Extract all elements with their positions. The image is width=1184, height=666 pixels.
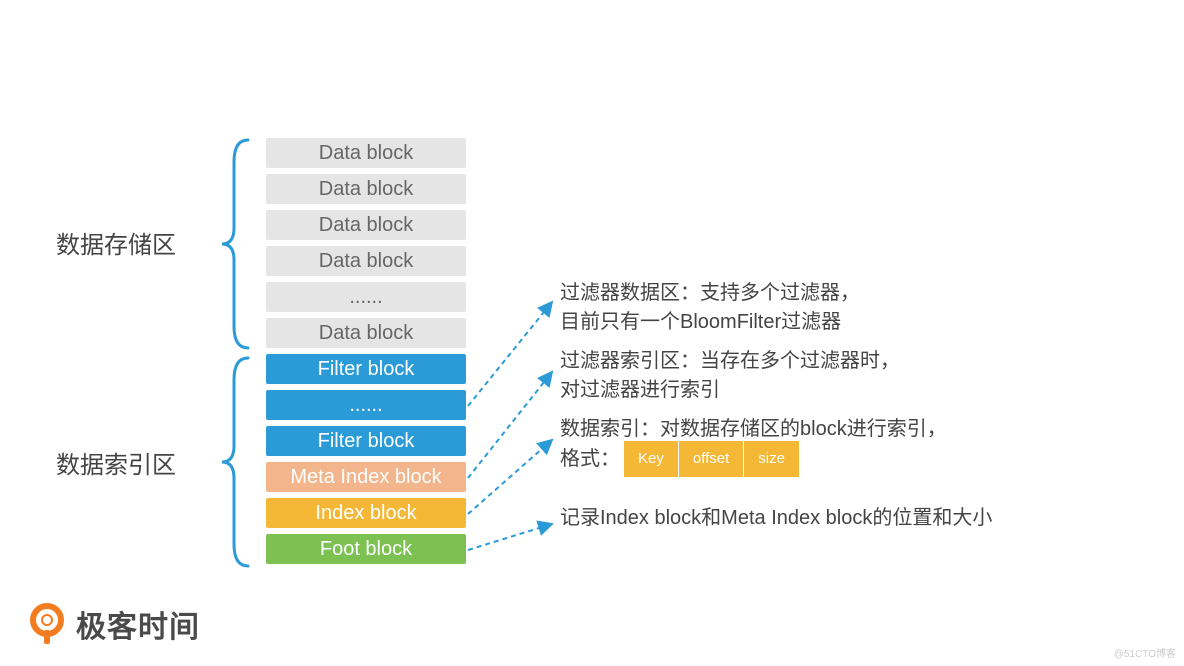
annotation-line: 过滤器索引区：当存在多个过滤器时， (560, 344, 1140, 373)
index-block: Index block (266, 498, 466, 528)
key-field: Key (624, 441, 679, 477)
key-format-box: Key offset size (624, 441, 799, 477)
filter-block: Filter block (266, 354, 466, 384)
annotation-column: 过滤器数据区：支持多个过滤器， 目前只有一个BloomFilter过滤器 过滤器… (560, 276, 1140, 530)
annotation-line: 数据索引：对数据存储区的block进行索引， (560, 412, 1140, 441)
diagram-canvas: 数据存储区 数据索引区 Data block Data block Data b… (0, 0, 1184, 666)
foot-block: Foot block (266, 534, 466, 564)
annotation-line: 格式： (560, 444, 620, 474)
brand-name: 极客时间 (76, 602, 200, 646)
annotation-filter-index: 过滤器索引区：当存在多个过滤器时， 对过滤器进行索引 (560, 344, 1140, 402)
arrow-filter-data (468, 302, 552, 406)
data-block: Data block (266, 174, 466, 204)
annotation-filter-data: 过滤器数据区：支持多个过滤器， 目前只有一个BloomFilter过滤器 (560, 276, 1140, 334)
data-block-ellipsis: ...... (266, 282, 466, 312)
annotation-line: 目前只有一个BloomFilter过滤器 (560, 305, 1140, 334)
bracket-storage (220, 138, 250, 350)
filter-block: Filter block (266, 426, 466, 456)
key-field: offset (679, 441, 744, 477)
meta-index-block: Meta Index block (266, 462, 466, 492)
annotation-data-index: 数据索引：对数据存储区的block进行索引， 格式： Key offset si… (560, 412, 1140, 477)
key-field: size (744, 441, 799, 477)
arrow-filter-index (468, 372, 552, 478)
brand-logo: 极客时间 (28, 602, 200, 646)
annotation-line: 对过滤器进行索引 (560, 373, 1140, 402)
annotation-line: 过滤器数据区：支持多个过滤器， (560, 276, 1140, 305)
arrow-foot (468, 524, 552, 550)
filter-block-ellipsis: ...... (266, 390, 466, 420)
block-stack: Data block Data block Data block Data bl… (266, 138, 466, 564)
data-block: Data block (266, 138, 466, 168)
label-index-region: 数据索引区 (56, 445, 176, 480)
data-block: Data block (266, 210, 466, 240)
arrow-data-index (468, 440, 552, 514)
annotation-foot: 记录Index block和Meta Index block的位置和大小 (560, 501, 1140, 530)
annotation-line: 记录Index block和Meta Index block的位置和大小 (560, 501, 1140, 530)
data-block: Data block (266, 318, 466, 348)
logo-icon (28, 603, 66, 645)
watermark: @51CTO博客 (1114, 645, 1176, 660)
data-block: Data block (266, 246, 466, 276)
label-storage-region: 数据存储区 (56, 225, 176, 260)
bracket-index (220, 356, 250, 568)
